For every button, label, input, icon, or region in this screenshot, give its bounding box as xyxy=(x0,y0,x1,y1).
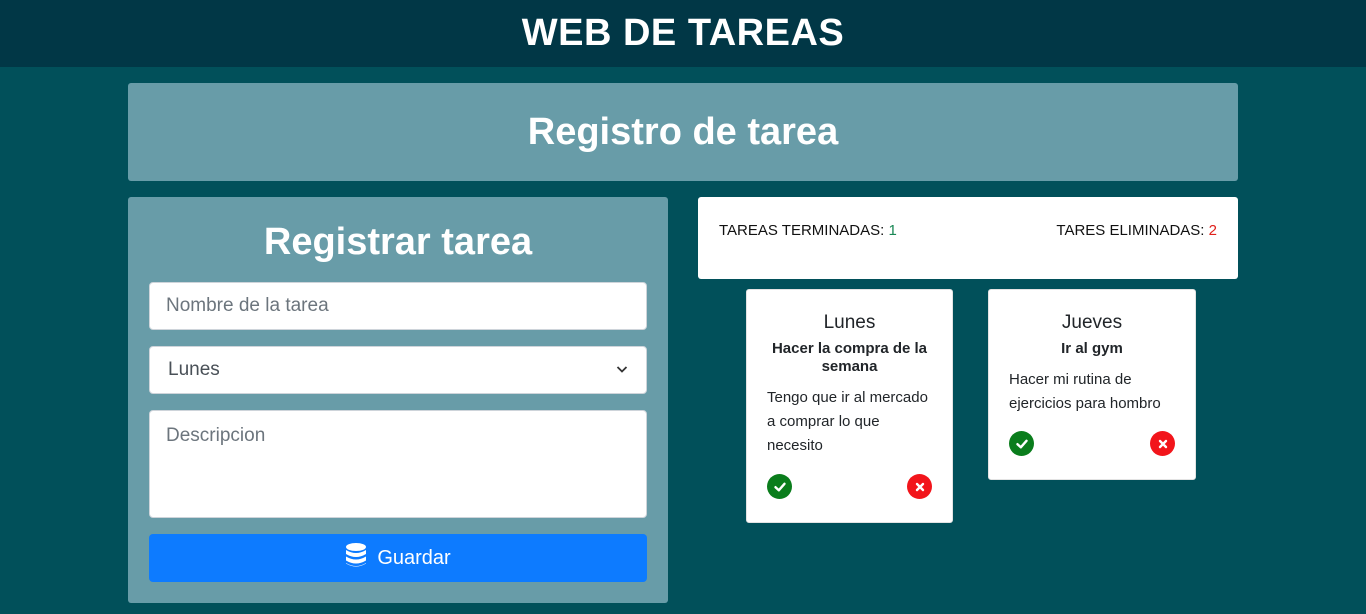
task-title: Hacer la compra de la semana xyxy=(771,340,928,375)
form-title: Registrar tarea xyxy=(263,221,533,263)
task-form-panel: Registrar tarea Lunes Guardar xyxy=(128,197,668,603)
x-circle-icon[interactable] xyxy=(1150,431,1175,456)
task-name-input[interactable] xyxy=(149,282,647,330)
page-banner: Registro de tarea xyxy=(128,83,1238,181)
app-title: WEB DE TAREAS xyxy=(521,12,845,54)
x-circle-icon[interactable] xyxy=(907,474,932,499)
check-circle-icon[interactable] xyxy=(767,474,792,499)
task-description: Hacer mi rutina de ejercicios para hombr… xyxy=(1009,371,1161,412)
database-icon xyxy=(345,542,367,574)
finished-stat: TAREAS TERMINADAS: 1 xyxy=(719,222,897,239)
task-card: Lunes Hacer la compra de la semana Tengo… xyxy=(746,289,953,523)
chevron-down-icon xyxy=(616,362,628,378)
save-button[interactable]: Guardar xyxy=(149,534,647,582)
banner-title: Registro de tarea xyxy=(527,110,839,153)
deleted-count: 2 xyxy=(1208,222,1217,239)
day-select[interactable]: Lunes xyxy=(149,346,647,394)
deleted-stat: TARES ELIMINADAS: 2 xyxy=(1056,222,1217,239)
task-card: Jueves Ir al gym Hacer mi rutina de ejer… xyxy=(988,289,1196,480)
task-day: Lunes xyxy=(823,312,876,333)
task-title: Ir al gym xyxy=(1061,340,1123,357)
task-actions xyxy=(767,474,932,500)
save-button-label: Guardar xyxy=(377,546,451,569)
deleted-label: TARES ELIMINADAS: xyxy=(1056,222,1205,239)
check-circle-icon[interactable] xyxy=(1009,431,1034,456)
finished-label: TAREAS TERMINADAS: xyxy=(719,222,885,239)
stats-panel: TAREAS TERMINADAS: 1 TARES ELIMINADAS: 2 xyxy=(698,197,1238,279)
task-description: Tengo que ir al mercado a comprar lo que… xyxy=(767,389,928,454)
top-bar: WEB DE TAREAS xyxy=(0,0,1366,67)
day-select-value: Lunes xyxy=(168,359,220,380)
description-textarea[interactable] xyxy=(149,410,647,518)
task-actions xyxy=(1009,431,1175,457)
task-day: Jueves xyxy=(1061,312,1123,333)
finished-count: 1 xyxy=(888,222,897,239)
